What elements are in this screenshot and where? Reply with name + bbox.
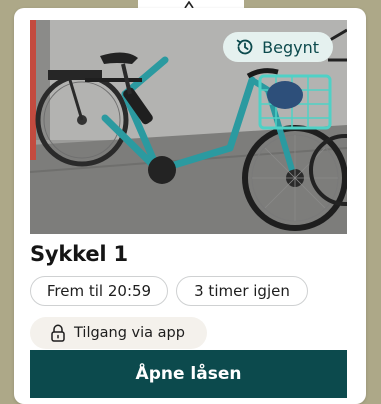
lock-icon — [51, 324, 65, 342]
end-time-pill: Frem til 20:59 — [30, 276, 168, 306]
access-label: Tilgang via app — [74, 325, 185, 341]
status-label: Begynt — [262, 37, 319, 57]
booking-card[interactable]: Begynt Sykkel 1 Frem til 20:59 3 timer i… — [14, 8, 366, 404]
time-remaining-pill: 3 timer igjen — [176, 276, 308, 306]
history-icon — [236, 39, 253, 55]
vehicle-title: Sykkel 1 — [30, 242, 128, 266]
access-chip: Tilgang via app — [30, 317, 207, 349]
open-lock-button[interactable]: Åpne låsen — [30, 350, 347, 398]
status-chip: Begynt — [223, 32, 333, 62]
bike-photo: Begynt — [30, 20, 347, 234]
